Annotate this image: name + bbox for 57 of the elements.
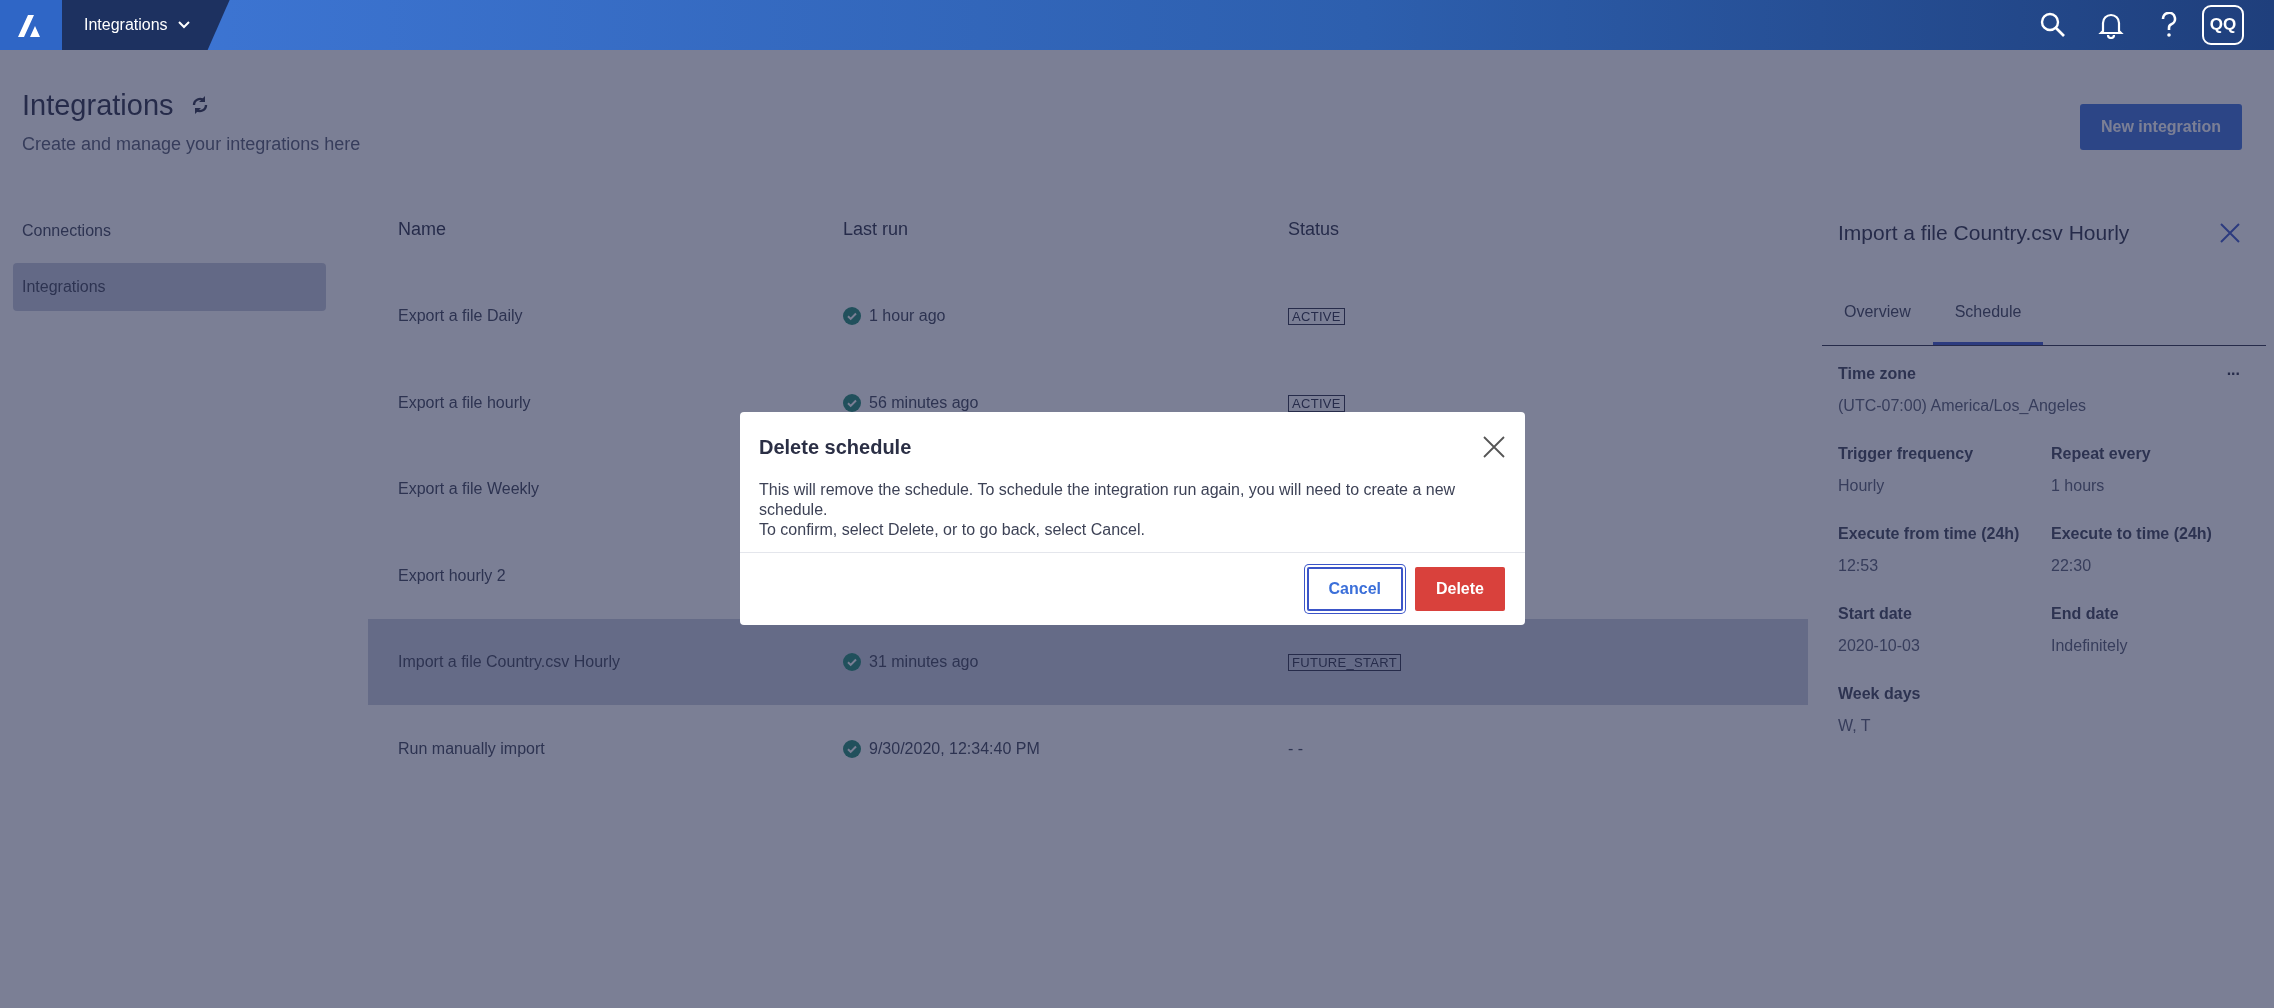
delete-button[interactable]: Delete	[1414, 567, 1505, 611]
more-menu[interactable]: ...	[2226, 358, 2240, 383]
integration-name: Export a file hourly	[398, 393, 531, 411]
field-label: Execute from time (24h)	[1838, 524, 2021, 545]
field-value: Hourly	[1838, 476, 1886, 497]
page-title: Integrations	[22, 88, 174, 123]
field-value: Indefinitely	[2051, 636, 2129, 657]
table-row[interactable]: Import a file Country.csv Hourly 31 minutes ago FUTURE_START	[368, 618, 1808, 706]
field-value: 1 hours	[2051, 476, 2106, 497]
field-value: W, T	[1838, 716, 1872, 737]
last-run-time: 31 minutes ago	[869, 652, 979, 673]
close-icon[interactable]	[1483, 436, 1505, 458]
status-badge: ACTIVE	[1288, 308, 1345, 326]
user-avatar[interactable]: QQ	[2202, 5, 2244, 45]
check-icon	[843, 739, 861, 758]
dialog-title: Delete schedule	[759, 435, 912, 460]
field-value: (UTC-07:00) America/Los_Angeles	[1838, 396, 2087, 417]
column-header: Name	[398, 219, 446, 240]
field-value: 2020-10-03	[1838, 636, 1921, 657]
panel-tab[interactable]: Schedule	[1932, 288, 2044, 346]
column-header: Last run	[843, 219, 909, 240]
column-header: Status	[1288, 219, 1340, 240]
field-label: Trigger frequency	[1838, 444, 1975, 465]
sidebar-item[interactable]: Connections	[13, 206, 326, 255]
integration-name: Export a file Daily	[398, 307, 523, 325]
caret-icon	[177, 21, 190, 29]
panel-title: Import a file Country.csv Hourly	[1838, 219, 2130, 246]
search-icon	[2039, 11, 2067, 39]
integration-name: Run manually import	[398, 739, 545, 757]
field-label: Repeat every	[2051, 444, 2152, 465]
page-subtitle: Create and manage your integrations here	[22, 132, 361, 156]
app-menu[interactable]: Integrations	[62, 0, 230, 50]
table-row[interactable]: Export a file Daily 1 hour ago ACTIVE	[368, 272, 1808, 360]
field-label: Time zone	[1838, 364, 1917, 385]
question-mark-icon	[2160, 12, 2178, 38]
status-badge: FUTURE_START	[1288, 654, 1401, 672]
field-label: End date	[2051, 604, 2120, 625]
cancel-button[interactable]: Cancel	[1306, 567, 1403, 611]
new-integration-button[interactable]: New integration	[2080, 104, 2242, 150]
last-run-time: 9/30/2020, 12:34:40 PM	[869, 738, 1040, 759]
panel-tab[interactable]: Overview	[1822, 288, 1933, 346]
last-run-time: 56 minutes ago	[869, 392, 979, 413]
table-row[interactable]: Run manually import 9/30/2020, 12:34:40 PM - -	[368, 705, 1808, 792]
field-label: Execute to time (24h)	[2051, 524, 2213, 545]
status-badge: ACTIVE	[1288, 394, 1345, 412]
integration-name: Import a file Country.csv Hourly	[398, 653, 620, 671]
dialog-message: This will remove the schedule. To schedule the integration run again, you will need to create a new schedule.	[759, 480, 1457, 520]
status-text: - -	[1288, 739, 1304, 757]
bell-icon	[2098, 11, 2124, 39]
field-label: Week days	[1838, 684, 1921, 705]
field-value: 22:30	[2051, 556, 2093, 577]
check-icon	[843, 307, 861, 326]
field-value: 12:53	[1838, 556, 1880, 577]
dialog-message: To confirm, select Delete, or to go back, select Cancel.	[759, 520, 1146, 540]
last-run-time: 1 hour ago	[869, 306, 946, 327]
field-label: Start date	[1838, 604, 1913, 625]
check-icon	[843, 653, 861, 672]
